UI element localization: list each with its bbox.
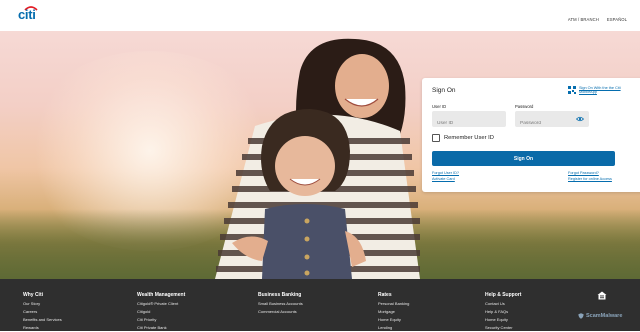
footer-heading: Rates (378, 292, 392, 298)
watermark: ScamMalware (578, 313, 622, 319)
footer-link[interactable]: Our Story (23, 300, 62, 308)
user-id-input[interactable] (432, 115, 506, 132)
register-link[interactable]: Register for online Access (568, 177, 612, 181)
footer-link[interactable]: Citigold® Private Client (137, 300, 185, 308)
footer-col-why-citi: Why Citi Our Story Careers Benefits and … (23, 292, 62, 332)
footer-col-wealth-management: Wealth Management Citigold® Private Clie… (137, 292, 185, 332)
footer-col-help-support: Help & Support Contact Us Help & FAQs Ho… (485, 292, 521, 332)
sign-on-card: Sign On Sign On With the the Citi Mobile… (422, 78, 640, 192)
logo-text: citi (18, 7, 36, 22)
password-label: Password (515, 104, 534, 109)
footer-heading: Help & Support (485, 292, 522, 298)
footer-heading: Why Citi (23, 292, 43, 298)
sign-on-title: Sign On (432, 87, 456, 94)
show-password-eye-icon[interactable] (576, 116, 584, 122)
atm-branch-link[interactable]: ATM / BRANCH (568, 17, 599, 22)
top-bar: citi ATM / BRANCH ESPAÑOL (0, 0, 640, 31)
activate-card-link[interactable]: Activate Card (432, 177, 455, 181)
footer-link[interactable]: Personal Banking (378, 300, 409, 308)
remember-user-id[interactable]: Remember User ID (432, 134, 494, 142)
footer-link[interactable]: Citi Priority (137, 316, 185, 324)
footer-link[interactable]: Help & FAQs (485, 308, 521, 316)
mobile-app-link[interactable]: Sign On With the the Citi MobileApp (568, 86, 623, 95)
remember-checkbox[interactable] (432, 134, 440, 142)
top-links: ATM / BRANCH ESPAÑOL (568, 17, 627, 22)
equal-housing-lender-icon (597, 291, 607, 300)
qr-code-icon (568, 86, 576, 94)
footer: Why Citi Our Story Careers Benefits and … (0, 279, 640, 331)
footer-link[interactable]: Small Business Accounts (258, 300, 303, 308)
forgot-password-link[interactable]: Forgot Password? (568, 171, 599, 175)
footer-col-rates: Rates Personal Banking Mortgage Home Equ… (378, 292, 409, 332)
footer-heading: Business Banking (258, 292, 302, 298)
sign-on-button[interactable]: Sign On (432, 151, 615, 166)
footer-col-business-banking: Business Banking Small Business Accounts… (258, 292, 303, 316)
hero-image: Sign On Sign On With the the Citi Mobile… (0, 31, 640, 279)
password-field[interactable] (515, 111, 589, 132)
shield-icon (578, 313, 584, 319)
footer-heading: Wealth Management (137, 292, 186, 298)
user-id-label: User ID (432, 104, 447, 109)
remember-label: Remember User ID (444, 135, 494, 141)
footer-link[interactable]: Contact Us (485, 300, 521, 308)
footer-link[interactable]: Commercial Accounts (258, 308, 303, 316)
footer-link[interactable]: Home Equity (485, 316, 521, 324)
mobile-app-link-text[interactable]: Sign On With the the Citi MobileApp (579, 86, 623, 95)
footer-link[interactable]: Citigold (137, 308, 185, 316)
user-id-field[interactable] (432, 111, 506, 132)
footer-link[interactable]: Mortgage (378, 308, 409, 316)
footer-link[interactable]: Home Equity (378, 316, 409, 324)
footer-link[interactable]: Careers (23, 308, 62, 316)
citi-logo[interactable]: citi (18, 6, 42, 22)
espanol-link[interactable]: ESPAÑOL (607, 17, 627, 22)
watermark-text: ScamMalware (586, 313, 623, 319)
forgot-user-id-link[interactable]: Forgot User ID? (432, 171, 459, 175)
footer-link[interactable]: Benefits and Services (23, 316, 62, 324)
